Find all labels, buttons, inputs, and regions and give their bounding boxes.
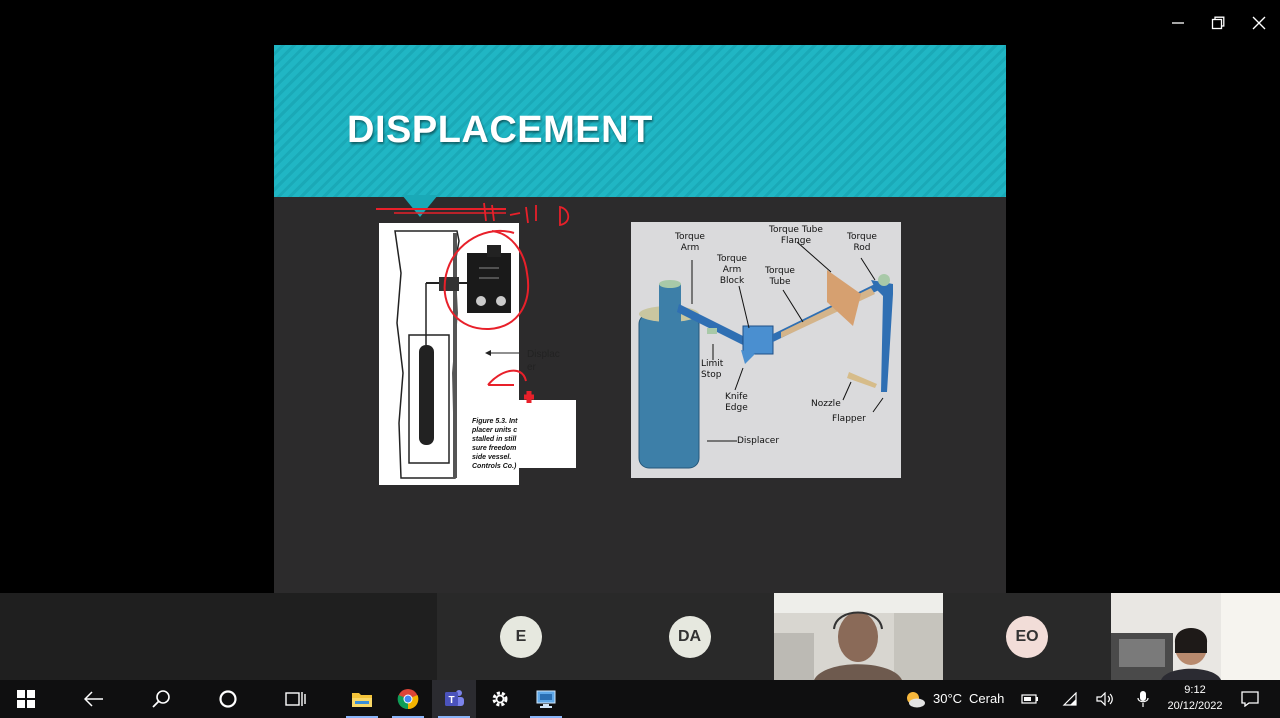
notification-button[interactable] [1236, 680, 1264, 718]
notification-icon [1241, 691, 1259, 707]
participant-video-2[interactable] [1111, 593, 1280, 680]
participant-tile-da[interactable]: DA [605, 593, 774, 680]
caption-line: side vessel. [472, 454, 512, 461]
label-torque-rod: Torque Rod [847, 232, 877, 253]
participant-gallery: E DA EO [0, 593, 1280, 680]
label-knife-edge: Knife Edge [725, 392, 748, 413]
volume-icon [1096, 692, 1113, 706]
screen: DISPLACEMENT Figure 5.3. Int placer unit… [0, 0, 1280, 718]
label-flapper: Flapper [832, 414, 866, 424]
cortana-button[interactable] [206, 680, 250, 718]
windows-start-icon [17, 690, 35, 708]
wifi-icon [1062, 692, 1077, 706]
slide-title: DISPLACEMENT [347, 109, 653, 151]
label-torque-arm: Torque Arm [675, 232, 705, 253]
cortana-icon [219, 690, 237, 708]
minimize-button[interactable] [1163, 8, 1193, 38]
callout-line: Displac [527, 349, 560, 360]
wifi-button[interactable] [1058, 680, 1082, 718]
search-button[interactable] [139, 680, 183, 718]
weather-widget[interactable] [900, 680, 930, 718]
file-explorer-icon [352, 693, 372, 707]
task-view-button[interactable] [273, 680, 317, 718]
caption-line: stalled in still [472, 436, 517, 443]
weather-icon [907, 692, 925, 708]
clock-date: 20/12/2022 [1167, 700, 1223, 712]
displacer-callout: Displac er [527, 348, 560, 374]
caption-line: placer units c [472, 427, 518, 434]
clock-time: 9:12 [1184, 684, 1206, 696]
shared-slide: DISPLACEMENT Figure 5.3. Int placer unit… [274, 45, 1006, 593]
back-button[interactable] [72, 680, 116, 718]
volume-button[interactable] [1093, 680, 1117, 718]
caption-line: Controls Co.) [472, 463, 517, 470]
participant-video-1[interactable] [774, 593, 943, 680]
task-view-icon [285, 692, 306, 706]
taskbar-remote-desktop[interactable] [524, 680, 568, 718]
video-frame [1111, 593, 1280, 680]
svg-text:T: T [448, 695, 454, 706]
back-arrow-icon [84, 691, 103, 707]
teams-icon: T [445, 690, 464, 706]
close-button[interactable] [1244, 8, 1274, 38]
microphone-icon [1137, 691, 1149, 707]
figure-caption: Figure 5.3. Int placer units c stalled i… [472, 417, 520, 471]
caption-line: Figure 5.3. Int [472, 418, 518, 425]
label-torque-tube: Torque Tube [765, 266, 795, 287]
participant-avatar: EO [1006, 615, 1048, 658]
label-limit-stop: Limit Stop [701, 359, 724, 380]
microphone-button[interactable] [1131, 680, 1155, 718]
settings-gear-icon [492, 691, 508, 707]
label-torque-arm-block: Torque Arm Block [717, 254, 747, 286]
close-icon [1252, 16, 1266, 30]
participant-avatar: DA [668, 615, 711, 658]
restore-icon [1211, 16, 1225, 30]
taskbar-teams[interactable]: T [432, 680, 476, 718]
taskbar-settings[interactable] [478, 680, 522, 718]
label-nozzle: Nozzle [811, 399, 841, 409]
left-figure: Figure 5.3. Int placer units c stalled i… [379, 223, 527, 485]
video-frame [774, 593, 943, 680]
callout-line: er [527, 362, 536, 373]
label-displacer: Displacer [737, 436, 780, 446]
weather-condition: Cerah [969, 691, 1005, 706]
remote-desktop-icon [536, 690, 556, 708]
search-icon [152, 690, 170, 708]
right-figure: Torque Arm Torque Arm Block Torque Tube Flan… [631, 222, 901, 478]
figure-overlay-box [519, 400, 576, 468]
restore-button[interactable] [1203, 8, 1233, 38]
taskbar-chrome[interactable] [386, 680, 430, 718]
header-notch [402, 195, 438, 217]
battery-icon [1021, 694, 1038, 704]
participant-tile-eo[interactable]: EO [943, 593, 1111, 680]
weather-temp: 30°C [933, 691, 963, 706]
participant-tile-e[interactable]: E [437, 593, 605, 680]
start-button[interactable] [4, 680, 48, 718]
taskbar-clock[interactable]: 9:12 20/12/2022 [1160, 682, 1230, 714]
battery-button[interactable] [1018, 680, 1042, 718]
caption-line: sure freedom [472, 445, 517, 452]
minimize-icon [1172, 22, 1184, 24]
label-torque-tube-flange: Torque Tube Flange [769, 225, 823, 246]
chrome-icon [397, 689, 419, 710]
taskbar-file-explorer[interactable] [340, 680, 384, 718]
taskbar: T 30°C Cerah [0, 680, 1280, 718]
participant-avatar: E [500, 615, 542, 658]
